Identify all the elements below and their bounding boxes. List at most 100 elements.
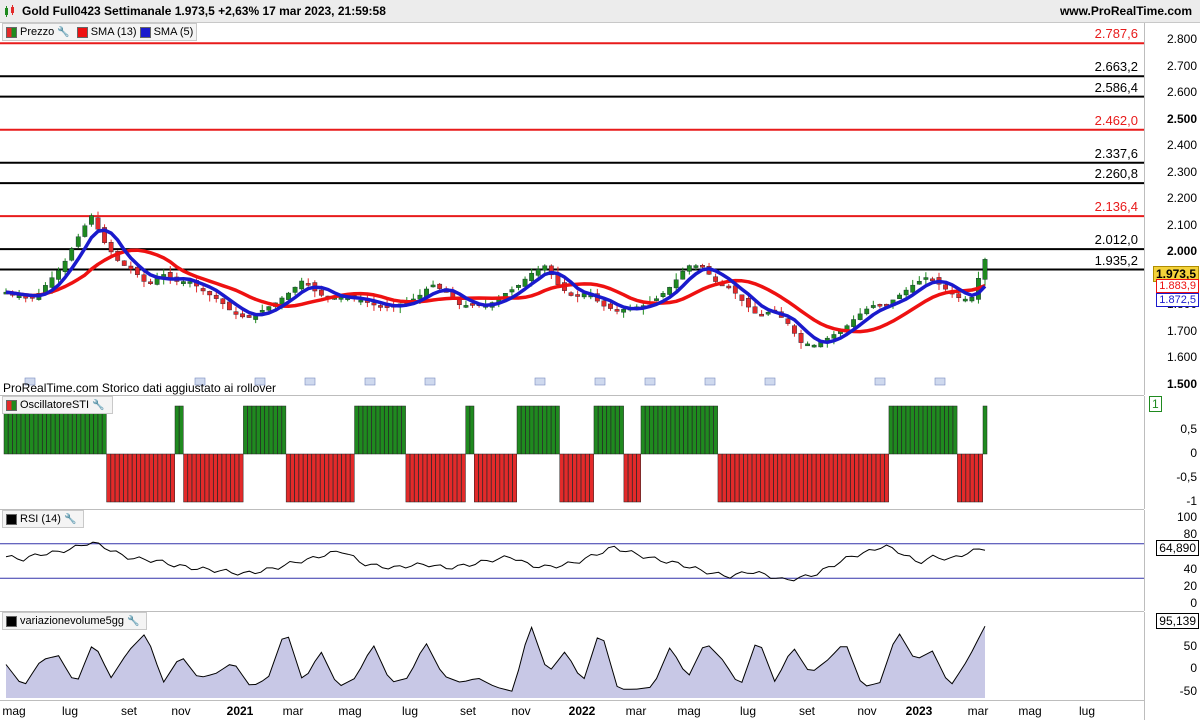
sti-bar — [426, 453, 432, 503]
sti-bar — [786, 453, 791, 503]
price-panel[interactable]: Prezzo 🔧 SMA (13) SMA (5) 2.787,6 2.663,2… — [0, 23, 1144, 396]
candle-body — [318, 289, 324, 296]
event-marker-icon — [364, 377, 376, 386]
price-tick: 1.700 — [1166, 323, 1197, 338]
candle-body — [62, 260, 68, 272]
candle-body — [962, 298, 968, 302]
sti-bar — [294, 453, 299, 503]
sti-bar — [153, 453, 158, 503]
volume-legend-label: variazionevolume5gg — [20, 615, 124, 627]
site-url[interactable]: www.ProRealTime.com — [1060, 4, 1192, 18]
volume-panel[interactable]: variazionevolume5gg 🔧 — [0, 612, 1144, 701]
time-tick: mag — [2, 704, 26, 718]
sti-bar — [183, 453, 188, 503]
sti-bar — [482, 453, 488, 503]
sti-bar — [388, 405, 394, 455]
sti-bar — [550, 405, 556, 455]
event-marker-icon — [764, 377, 776, 386]
sti-bar — [845, 453, 851, 503]
candle-body — [148, 281, 153, 284]
sti-bar — [332, 453, 338, 503]
price-tick: 1.600 — [1166, 350, 1197, 365]
wrench-icon[interactable]: 🔧 — [57, 27, 69, 38]
candle-body — [509, 289, 515, 293]
sti-bar — [858, 453, 864, 503]
candle-body — [305, 283, 311, 286]
sti-bar — [281, 405, 287, 455]
candle-body — [739, 294, 745, 301]
rsi-tick: 20 — [1183, 578, 1197, 593]
sti-bar — [927, 405, 932, 455]
sti-bar — [405, 453, 411, 503]
candle-body — [831, 334, 837, 339]
sti-bar — [533, 405, 539, 455]
sti-bar — [704, 405, 710, 455]
sti-bar — [982, 405, 988, 455]
sti-chart[interactable] — [0, 396, 1144, 509]
candle-body — [542, 265, 548, 271]
candle-body — [246, 315, 252, 318]
candle-body — [82, 225, 88, 237]
rsi-chart[interactable] — [0, 510, 1144, 611]
sti-bar — [700, 405, 706, 455]
wrench-icon[interactable]: 🔧 — [127, 616, 139, 627]
sti-bar — [379, 405, 385, 455]
sti-bar — [328, 453, 334, 503]
sti-bar — [307, 453, 312, 503]
candle-body — [181, 281, 186, 284]
rsi-panel[interactable]: RSI (14) 🔧 — [0, 510, 1144, 612]
volume-tick: -50 — [1179, 683, 1197, 698]
price-tick: 2.800 — [1166, 32, 1197, 46]
sti-bar — [867, 453, 872, 503]
sti-bar — [884, 453, 889, 503]
volume-swatch — [6, 615, 17, 627]
price-axis[interactable]: 2.800 2.700 2.600 2.500 2.400 2.300 2.200 2.100… — [1144, 23, 1200, 395]
sti-panel[interactable]: OscillatoreSTI 🔧 — [0, 396, 1144, 510]
sti-bar — [512, 453, 517, 503]
sti-bar — [918, 405, 924, 455]
sti-bar — [837, 453, 842, 503]
sti-bar — [653, 405, 659, 455]
wrench-icon[interactable]: 🔧 — [64, 514, 76, 525]
sti-tick: 1 — [1149, 396, 1162, 412]
rsi-line — [5, 541, 986, 582]
sti-bar — [807, 453, 812, 503]
sti-bar — [268, 405, 274, 455]
sti-bar — [880, 453, 885, 503]
sti-bar — [119, 453, 124, 503]
volume-legend: variazionevolume5gg 🔧 — [2, 612, 148, 630]
sti-bar — [632, 453, 637, 503]
sti-bar — [572, 453, 577, 503]
sti-bar — [303, 453, 308, 503]
wrench-icon[interactable]: 🔧 — [92, 400, 104, 411]
price-chart[interactable] — [0, 23, 1144, 395]
sti-bar — [828, 453, 834, 503]
sti-bar — [777, 453, 783, 503]
sti-bar — [948, 405, 954, 455]
sti-bar — [645, 405, 650, 455]
time-tick: nov — [857, 704, 877, 718]
sti-tick: -1 — [1186, 494, 1197, 508]
candle-body — [128, 265, 134, 270]
candle-body — [805, 343, 810, 347]
volume-value-tag: 95,139 — [1156, 613, 1199, 629]
sti-bar — [944, 405, 949, 455]
time-axis[interactable]: mag lug set nov 2021 mar mag lug set nov 2022 mar ma… — [0, 700, 1144, 720]
sti-bar — [969, 453, 975, 503]
chart-title: Gold Full0423 Settimanale 1.973,5 +2,63%… — [22, 4, 386, 18]
sti-bar — [811, 453, 817, 503]
sti-bar — [756, 453, 761, 503]
time-tick: nov — [171, 704, 191, 718]
sti-axis[interactable]: 1 0,5 0 -0,5 -1 — [1144, 396, 1200, 509]
sti-bar — [892, 405, 898, 455]
sti-bar — [781, 453, 787, 503]
rsi-tick: 40 — [1183, 561, 1197, 576]
volume-axis[interactable]: 50 0 -50 95,139 — [1144, 612, 1200, 700]
sti-bar — [144, 453, 150, 503]
time-tick: mag — [338, 704, 362, 718]
sti-bar — [623, 453, 629, 503]
sti-bar — [657, 405, 663, 455]
rsi-axis[interactable]: 10080604020064,890 — [1144, 510, 1200, 611]
sti-bar — [773, 453, 778, 503]
volume-chart[interactable] — [0, 612, 1144, 700]
